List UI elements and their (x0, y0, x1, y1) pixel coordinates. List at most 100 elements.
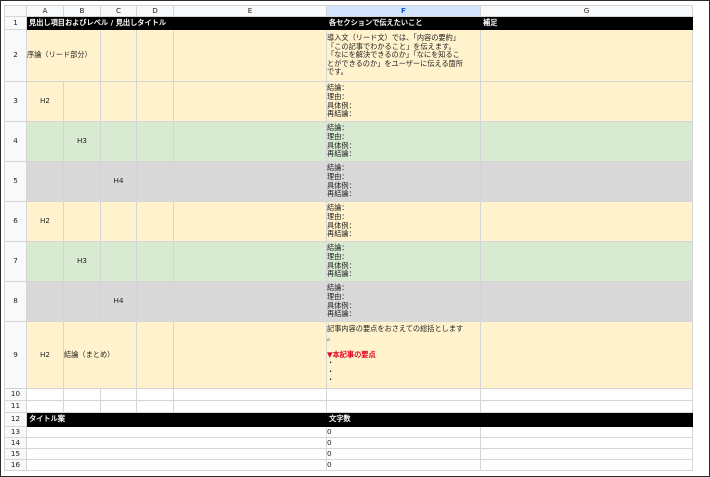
cell-f9-summary[interactable]: 記事内容の要点をおさえての総括とします 。 ▼本記事の要点 ・ ・ ・ (326, 321, 481, 389)
cell-c8-level[interactable]: H4 (100, 281, 137, 322)
cell-e6[interactable] (173, 201, 327, 242)
select-all-corner[interactable] (4, 5, 27, 17)
cell-g15[interactable] (480, 448, 693, 460)
cell-a9-level[interactable]: H2 (26, 321, 64, 389)
cell-f11[interactable] (326, 400, 481, 413)
row-header-8[interactable]: 8 (4, 281, 27, 322)
cell-a13-title[interactable] (26, 426, 327, 438)
cell-g5[interactable] (480, 161, 693, 202)
cell-a8[interactable] (26, 281, 64, 322)
column-header-f[interactable]: F (326, 5, 481, 17)
cell-a10[interactable] (26, 388, 64, 401)
cell-f4-template[interactable]: 結論： 理由： 具体例： 再結論： (326, 121, 481, 162)
cell-d2[interactable] (136, 29, 174, 82)
cell-d9[interactable] (136, 321, 174, 389)
column-header-e[interactable]: E (173, 5, 327, 17)
cell-g3[interactable] (480, 81, 693, 122)
cell-g13[interactable] (480, 426, 693, 438)
cell-c10[interactable] (100, 388, 137, 401)
cell-f1-heading[interactable]: 各セクションで伝えたいこと (326, 16, 481, 30)
cell-f3-template[interactable]: 結論： 理由： 具体例： 再結論： (326, 81, 481, 122)
row-header-16[interactable]: 16 (4, 459, 27, 471)
cell-e10[interactable] (173, 388, 327, 401)
cell-f7-template[interactable]: 結論： 理由： 具体例： 再結論： (326, 241, 481, 282)
cell-g12[interactable] (480, 412, 693, 427)
row-header-5[interactable]: 5 (4, 161, 27, 202)
row-header-1[interactable]: 1 (4, 16, 27, 30)
cell-g4[interactable] (480, 121, 693, 162)
cell-f16-char-count[interactable]: 0 (326, 459, 481, 471)
cell-a14-title[interactable] (26, 437, 327, 449)
cell-f13-char-count[interactable]: 0 (326, 426, 481, 438)
cell-f2-intro-description[interactable]: 導入文（リード文）では、「内容の要約」 「この記事でわかること」を伝えます。 「… (326, 29, 481, 82)
cell-a2-intro[interactable]: 序論（リード部分） (26, 29, 101, 82)
cell-g14[interactable] (480, 437, 693, 449)
row-header-11[interactable]: 11 (4, 400, 27, 413)
cell-g11[interactable] (480, 400, 693, 413)
row-header-10[interactable]: 10 (4, 388, 27, 401)
cell-d11[interactable] (136, 400, 174, 413)
cell-e4[interactable] (173, 121, 327, 162)
cell-e2[interactable] (173, 29, 327, 82)
cell-b5[interactable] (63, 161, 101, 202)
column-header-c[interactable]: C (100, 5, 137, 17)
cell-f8-template[interactable]: 結論： 理由： 具体例： 再結論： (326, 281, 481, 322)
row-header-13[interactable]: 13 (4, 426, 27, 438)
cell-g2[interactable] (480, 29, 693, 82)
cell-g7[interactable] (480, 241, 693, 282)
cell-e8[interactable] (173, 281, 327, 322)
cell-e7[interactable] (173, 241, 327, 282)
cell-b4-level[interactable]: H3 (63, 121, 101, 162)
cell-e3[interactable] (173, 81, 327, 122)
cell-b6[interactable] (63, 201, 101, 242)
cell-b3[interactable] (63, 81, 101, 122)
cell-c5-level[interactable]: H4 (100, 161, 137, 202)
cell-a1-heading[interactable]: 見出し項目およびレベル / 見出しタイトル (26, 16, 327, 30)
cell-c4[interactable] (100, 121, 137, 162)
column-header-b[interactable]: B (63, 5, 101, 17)
cell-d8[interactable] (136, 281, 174, 322)
cell-a5[interactable] (26, 161, 64, 202)
cell-a3-level[interactable]: H2 (26, 81, 64, 122)
cell-g8[interactable] (480, 281, 693, 322)
cell-g9[interactable] (480, 321, 693, 389)
cell-c2[interactable] (100, 29, 137, 82)
cell-b10[interactable] (63, 388, 101, 401)
cell-b8[interactable] (63, 281, 101, 322)
cell-a11[interactable] (26, 400, 64, 413)
cell-d5[interactable] (136, 161, 174, 202)
cell-c11[interactable] (100, 400, 137, 413)
cell-e9[interactable] (173, 321, 327, 389)
cell-a6-level[interactable]: H2 (26, 201, 64, 242)
row-header-12[interactable]: 12 (4, 412, 27, 427)
cell-c3[interactable] (100, 81, 137, 122)
cell-b9-conclusion[interactable]: 結論（まとめ） (63, 321, 137, 389)
cell-e11[interactable] (173, 400, 327, 413)
cell-g1-heading[interactable]: 補足 (480, 16, 693, 30)
cell-d7[interactable] (136, 241, 174, 282)
cell-a4[interactable] (26, 121, 64, 162)
cell-c6[interactable] (100, 201, 137, 242)
row-header-2[interactable]: 2 (4, 29, 27, 82)
cell-f15-char-count[interactable]: 0 (326, 448, 481, 460)
cell-f14-char-count[interactable]: 0 (326, 437, 481, 449)
column-header-d[interactable]: D (136, 5, 174, 17)
cell-c7[interactable] (100, 241, 137, 282)
cell-f5-template[interactable]: 結論： 理由： 具体例： 再結論： (326, 161, 481, 202)
cell-a7[interactable] (26, 241, 64, 282)
cell-f10[interactable] (326, 388, 481, 401)
cell-e5[interactable] (173, 161, 327, 202)
cell-d10[interactable] (136, 388, 174, 401)
row-header-15[interactable]: 15 (4, 448, 27, 460)
cell-b11[interactable] (63, 400, 101, 413)
row-header-6[interactable]: 6 (4, 201, 27, 242)
cell-d3[interactable] (136, 81, 174, 122)
row-header-9[interactable]: 9 (4, 321, 27, 389)
cell-b7-level[interactable]: H3 (63, 241, 101, 282)
row-header-7[interactable]: 7 (4, 241, 27, 282)
cell-g16[interactable] (480, 459, 693, 471)
cell-g6[interactable] (480, 201, 693, 242)
row-header-3[interactable]: 3 (4, 81, 27, 122)
cell-f6-template[interactable]: 結論： 理由： 具体例： 再結論： (326, 201, 481, 242)
cell-d4[interactable] (136, 121, 174, 162)
